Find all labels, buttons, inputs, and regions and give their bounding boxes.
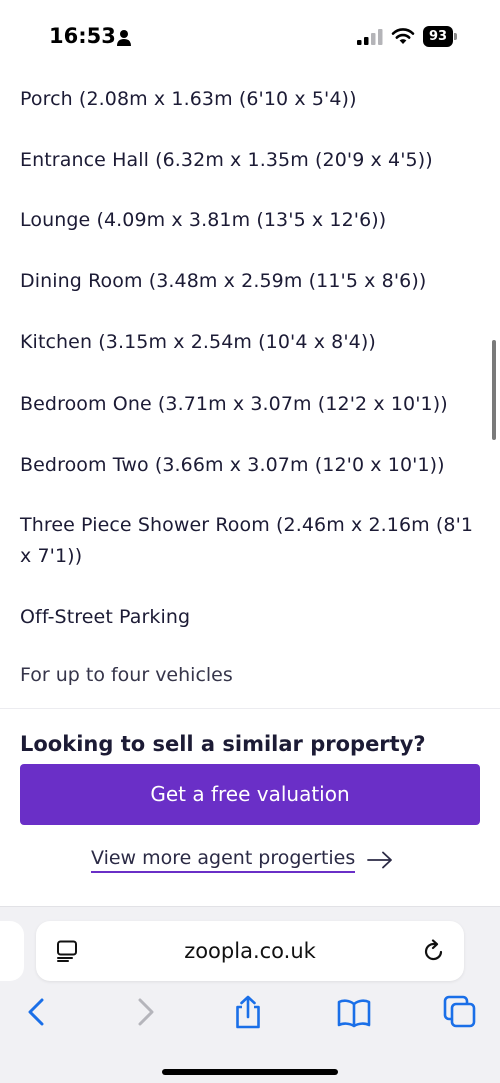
wifi-icon <box>391 28 415 44</box>
feature-item: Three Piece Shower Room (2.46m x 2.16m (… <box>20 514 474 567</box>
feature-item: Lounge (4.09m x 3.81m (13'5 x 12'6)) <box>20 209 387 231</box>
feature-item: Entrance Hall (6.32m x 1.35m (20'9 x 4'5… <box>20 149 433 171</box>
share-icon[interactable] <box>231 995 265 1029</box>
free-valuation-button[interactable]: Get a free valuation <box>20 764 480 825</box>
feature-item: Bedroom One (3.71m x 3.07m (12'2 x 10'1)… <box>20 393 448 415</box>
agent-properties-link[interactable]: View more agent progerties <box>91 845 393 875</box>
person-icon <box>117 30 131 46</box>
feature-item: Off-Street Parking <box>20 606 191 628</box>
reader-icon[interactable] <box>56 940 80 962</box>
tabs-icon[interactable] <box>443 995 477 1029</box>
battery-tip <box>454 33 457 40</box>
feature-item: Bedroom Two (3.66m x 3.07m (12'0 x 10'1)… <box>20 454 445 476</box>
forward-icon[interactable] <box>128 995 162 1029</box>
sell-heading: Looking to sell a similar property? <box>20 732 426 756</box>
feature-item: Dining Room (3.48m x 2.59m (11'5 x 8'6)) <box>20 270 427 292</box>
status-time: 16:53 <box>49 24 116 48</box>
home-indicator[interactable] <box>162 1069 338 1075</box>
address-bar[interactable]: zoopla.co.uk <box>36 921 464 981</box>
scrollbar-thumb[interactable] <box>492 340 496 440</box>
battery-level: 93 <box>423 26 453 47</box>
back-icon[interactable] <box>20 995 54 1029</box>
agent-properties-link-label[interactable]: View more agent progerties <box>91 847 356 873</box>
parking-note: For up to four vehicles <box>20 664 233 686</box>
reload-icon[interactable] <box>422 939 446 963</box>
section-divider <box>0 708 500 709</box>
battery-indicator: 93 <box>423 26 457 47</box>
feature-item: Porch (2.08m x 1.63m (6'10 x 5'4)) <box>20 88 357 110</box>
previous-tab-preview[interactable] <box>0 921 24 981</box>
browser-toolbar: zoopla.co.uk <box>0 906 500 1083</box>
status-bar: 16:53 93 <box>0 0 500 72</box>
url-text[interactable]: zoopla.co.uk <box>36 921 464 981</box>
bookmarks-icon[interactable] <box>337 995 371 1029</box>
signal-icon <box>357 29 383 45</box>
arrow-right-icon <box>367 851 393 869</box>
feature-item: Kitchen (3.15m x 2.54m (10'4 x 8'4)) <box>20 331 376 353</box>
